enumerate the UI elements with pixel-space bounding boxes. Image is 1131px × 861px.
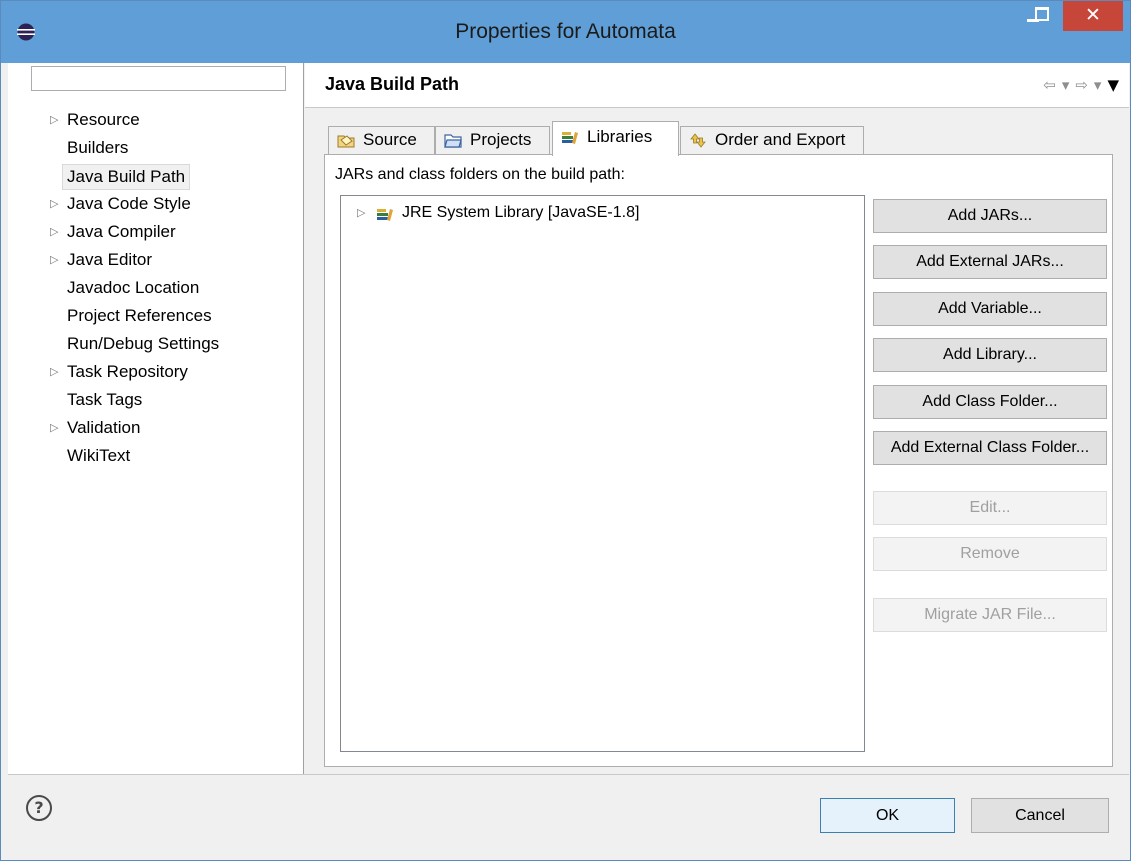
property-pages-tree: ▷ Resource Builders Java Build Path ▷ Java Co… [8,107,303,471]
build-path-label: JARs and class folders on the build path… [335,166,625,183]
expand-arrow-icon[interactable]: ▷ [50,107,58,133]
tree-item-label: Java Code Style [67,194,191,213]
close-icon: ✕ [1085,4,1101,26]
libraries-tab-content: JARs and class folders on the build path… [324,154,1113,767]
tree-item[interactable]: ▷ Resource [8,107,303,135]
expand-arrow-icon[interactable]: ▷ [50,219,58,245]
close-button[interactable]: ✕ [1063,1,1123,31]
add-variable-button[interactable]: Add Variable... [873,292,1107,326]
tree-item[interactable]: ▷ Validation [8,415,303,443]
filter-input[interactable] [31,66,286,91]
maximize-button[interactable] [1031,1,1065,31]
forward-menu-icon[interactable]: ▾ [1094,76,1102,94]
forward-arrow-icon[interactable]: ⇨ [1075,76,1088,94]
source-folder-icon [337,135,355,148]
add-external-class-folder-button[interactable]: Add External Class Folder... [873,431,1107,465]
tab-source[interactable]: Source [328,126,435,155]
tab-order-and-export-label: Order and Export [715,130,846,149]
library-icon [377,209,393,221]
tree-item[interactable]: ▷ Task Repository [8,359,303,387]
edit-button[interactable]: Edit... [873,491,1107,525]
library-entry-label: JRE System Library [JavaSE-1.8] [402,204,640,221]
add-library-button[interactable]: Add Library... [873,338,1107,372]
page-header: Java Build Path ⇦ ▾ ⇨ ▾ ▼ [305,63,1129,108]
window-title: Properties for Automata [455,20,676,43]
tree-item-label: Javadoc Location [67,278,200,297]
tab-order-and-export[interactable]: Order and Export [680,126,864,155]
tree-item-label: Builders [67,138,129,157]
tab-projects-label: Projects [470,130,532,149]
tree-item-label: WikiText [67,446,131,465]
add-external-jars-button[interactable]: Add External JARs... [873,245,1107,279]
tree-item[interactable]: Javadoc Location [8,275,303,303]
help-icon[interactable]: ? [26,795,52,821]
expand-arrow-icon[interactable]: ▷ [50,191,58,217]
tree-item-label: Resource [67,110,140,129]
ok-button[interactable]: OK [820,798,955,833]
view-menu-icon[interactable]: ▼ [1107,76,1119,94]
tree-item-label: Java Compiler [67,222,176,241]
tree-item-label: Run/Debug Settings [67,334,220,353]
tab-libraries-label: Libraries [587,127,653,146]
title-bar[interactable]: Properties for Automata ✕ [1,1,1130,63]
tree-item[interactable]: ▷ Java Code Style [8,191,303,219]
tree-item-label: Task Tags [67,390,143,409]
folder-icon [444,134,462,148]
back-menu-icon[interactable]: ▾ [1062,76,1070,94]
tree-item-label: Java Build Path [62,164,191,190]
dialog-button-bar: ? OK Cancel [8,774,1129,853]
property-pages-panel: ▷ Resource Builders Java Build Path ▷ Java Co… [8,63,304,774]
maximize-icon [1035,7,1049,21]
tree-item[interactable]: ▷ Java Editor [8,247,303,275]
tree-item[interactable]: Project References [8,303,303,331]
build-path-tree[interactable]: ▷ JRE System Library [JavaSE-1.8] [340,195,865,752]
tree-item-label: Validation [67,418,141,437]
order-export-icon [690,133,706,148]
tree-item[interactable]: Java Build Path [8,163,303,191]
expand-arrow-icon[interactable]: ▷ [50,247,58,273]
tree-item[interactable]: WikiText [8,443,303,471]
back-arrow-icon[interactable]: ⇦ [1043,76,1056,94]
migrate-jar-file-button[interactable]: Migrate JAR File... [873,598,1107,632]
tab-source-label: Source [363,130,417,149]
tree-item-label: Java Editor [67,250,153,269]
properties-dialog: Properties for Automata ✕ ▷ Resource Build… [0,0,1131,861]
tree-item[interactable]: Task Tags [8,387,303,415]
add-jars-button[interactable]: Add JARs... [873,199,1107,233]
tree-item[interactable]: Builders [8,135,303,163]
expand-arrow-icon[interactable]: ▷ [50,359,58,385]
tree-item[interactable]: Run/Debug Settings [8,331,303,359]
tab-libraries[interactable]: Libraries [552,121,679,156]
property-page: Java Build Path ⇦ ▾ ⇨ ▾ ▼ Source Projects [305,63,1129,774]
cancel-button[interactable]: Cancel [971,798,1109,833]
tab-projects[interactable]: Projects [435,126,550,155]
tree-item[interactable]: ▷ Java Compiler [8,219,303,247]
expand-arrow-icon[interactable]: ▷ [357,206,365,219]
page-navigation: ⇦ ▾ ⇨ ▾ ▼ [1037,76,1119,94]
remove-button[interactable]: Remove [873,537,1107,571]
tree-item-label: Project References [67,306,212,325]
expand-arrow-icon[interactable]: ▷ [50,415,58,441]
add-class-folder-button[interactable]: Add Class Folder... [873,385,1107,419]
page-title: Java Build Path [325,74,460,94]
tree-item-label: Task Repository [67,362,188,381]
library-icon [562,132,578,144]
